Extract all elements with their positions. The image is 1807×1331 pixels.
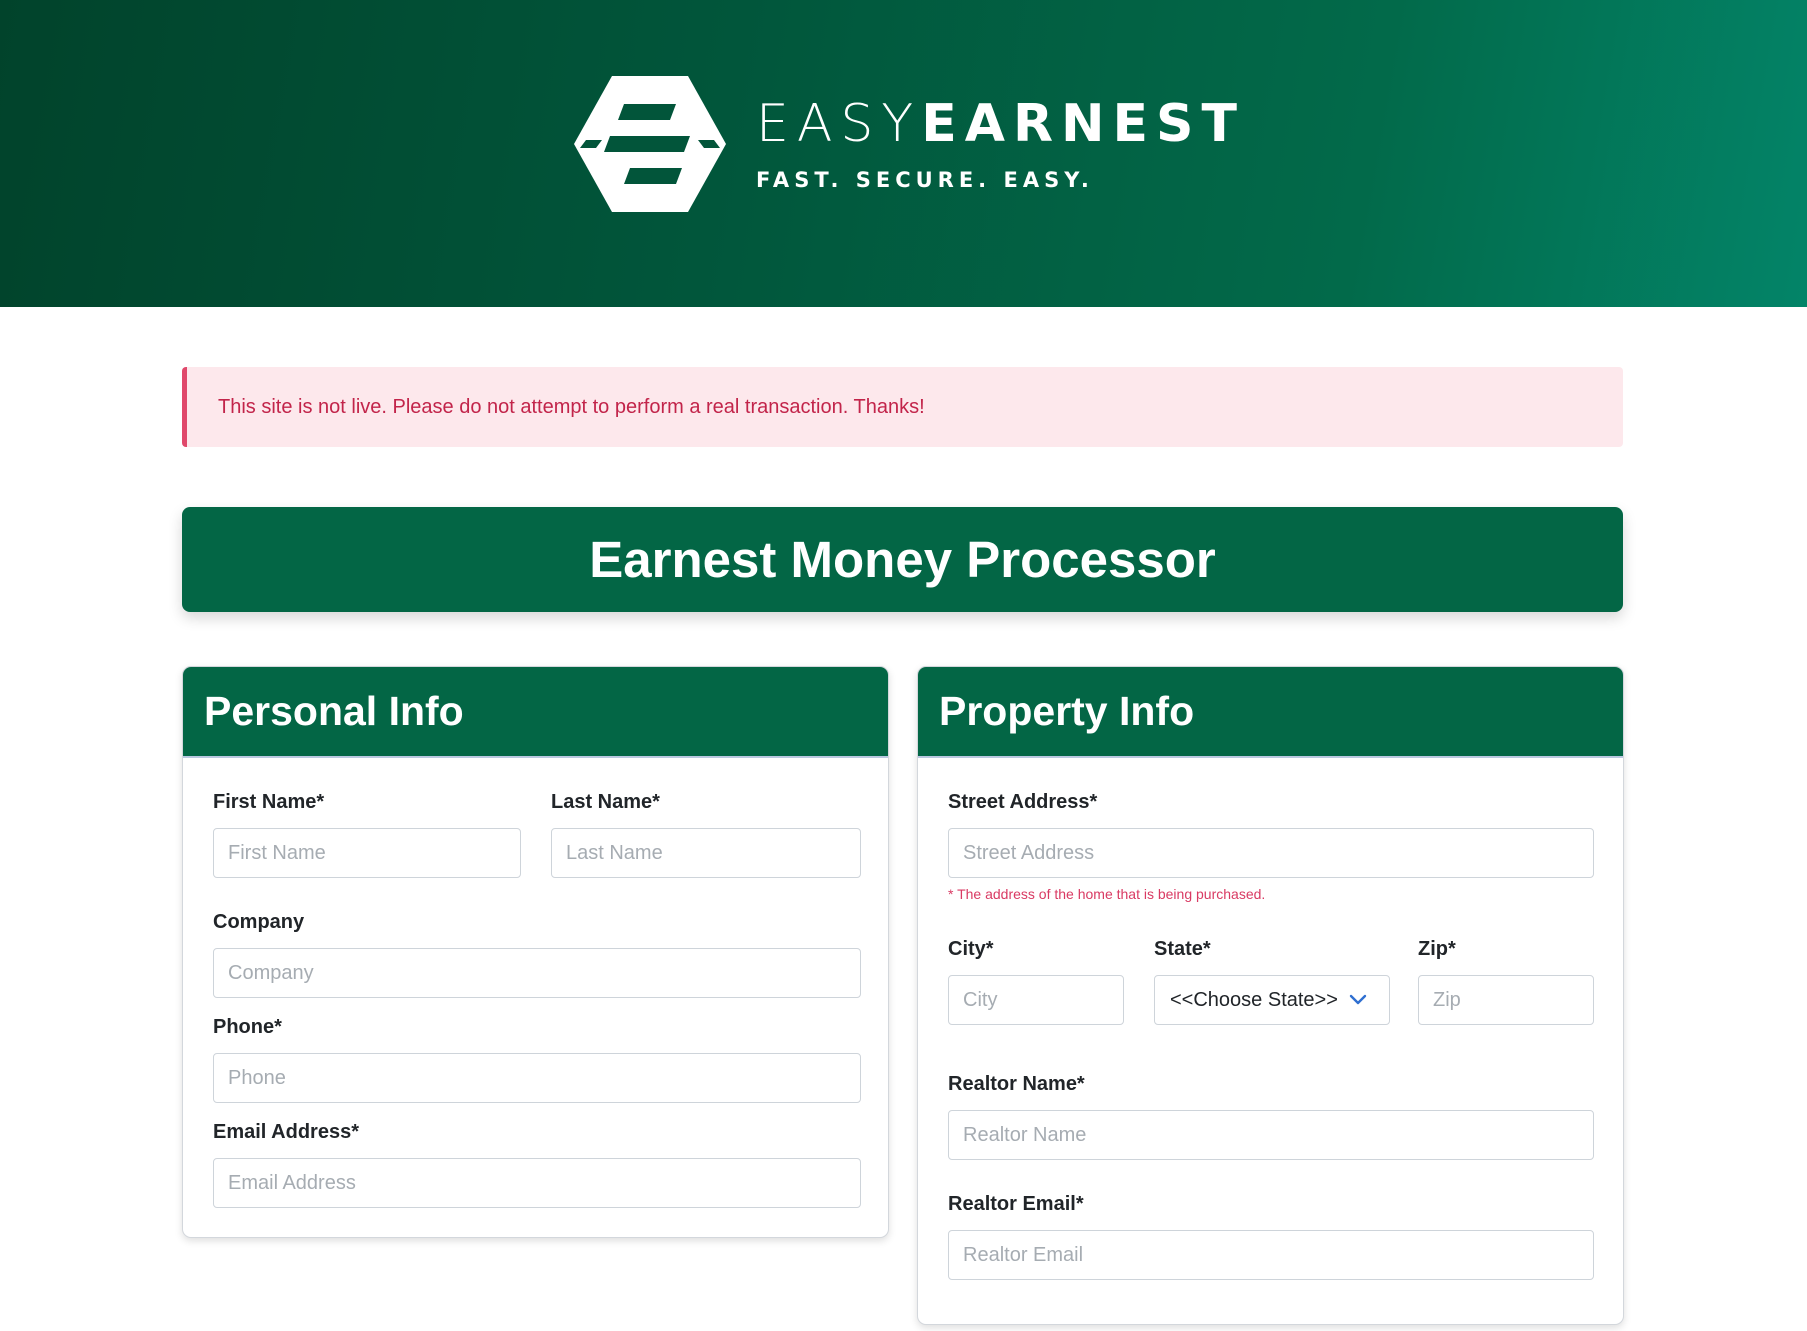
last-name-field[interactable] xyxy=(551,828,861,878)
city-field[interactable] xyxy=(948,975,1124,1025)
phone-field[interactable] xyxy=(213,1053,861,1103)
alert-text: This site is not live. Please do not att… xyxy=(218,395,925,418)
realtor-name-field[interactable] xyxy=(948,1110,1594,1160)
realtor-email-field[interactable] xyxy=(948,1230,1594,1280)
not-live-alert: This site is not live. Please do not att… xyxy=(182,367,1623,447)
state-label: State* xyxy=(1154,938,1211,960)
company-field[interactable] xyxy=(213,948,861,998)
state-select-value: <<Choose State>> xyxy=(1170,988,1338,1011)
brand-tagline: FAST. SECURE. EASY. xyxy=(756,168,1094,192)
street-address-label: Street Address* xyxy=(948,791,1098,813)
brand-name: EASYEARNEST xyxy=(756,96,1245,152)
zip-label: Zip* xyxy=(1418,938,1456,960)
state-select[interactable]: <<Choose State>> xyxy=(1154,975,1390,1025)
last-name-label: Last Name* xyxy=(551,791,660,813)
city-label: City* xyxy=(948,938,994,960)
first-name-label: First Name* xyxy=(213,791,325,813)
first-name-field[interactable] xyxy=(213,828,521,878)
company-label: Company xyxy=(213,911,305,933)
street-address-field[interactable] xyxy=(948,828,1594,878)
property-info-heading: Property Info xyxy=(918,667,1623,758)
brand-logo[interactable]: EASYEARNEST FAST. SECURE. EASY. xyxy=(572,74,1245,214)
zip-field[interactable] xyxy=(1418,975,1594,1025)
email-label: Email Address* xyxy=(213,1121,359,1143)
page-title: Earnest Money Processor xyxy=(589,531,1216,588)
site-header: EASYEARNEST FAST. SECURE. EASY. xyxy=(0,0,1807,307)
chevron-down-icon xyxy=(1349,994,1367,1005)
brand-name-bold: EARNEST xyxy=(921,94,1245,154)
street-address-hint: * The address of the home that is being … xyxy=(948,886,1266,902)
brand-name-light: EASY xyxy=(756,94,922,154)
realtor-name-label: Realtor Name* xyxy=(948,1073,1085,1095)
personal-info-card: Personal Info First Name* Last Name* Com… xyxy=(182,666,889,1238)
phone-label: Phone* xyxy=(213,1016,282,1038)
hexagon-e-logo-icon xyxy=(574,76,726,212)
page-title-bar: Earnest Money Processor xyxy=(182,507,1623,612)
email-field[interactable] xyxy=(213,1158,861,1208)
realtor-email-label: Realtor Email* xyxy=(948,1193,1084,1215)
property-info-card: Property Info Street Address* * The addr… xyxy=(917,666,1624,1325)
personal-info-heading: Personal Info xyxy=(183,667,888,758)
